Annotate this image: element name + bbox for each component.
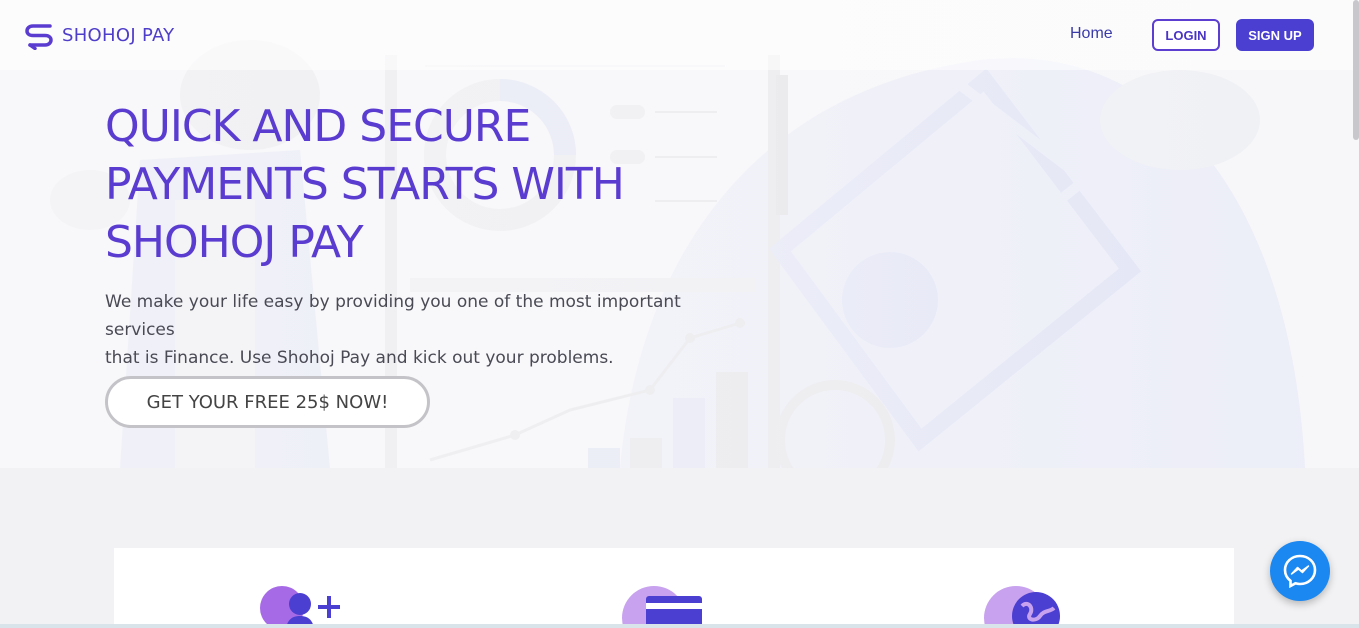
messenger-icon: [1283, 554, 1317, 588]
hero-title-line: SHOHOJ PAY: [105, 217, 364, 268]
get-free-bonus-button[interactable]: GET YOUR FREE 25$ NOW!: [105, 376, 430, 428]
hero-subtitle-line: that is Finance. Use Shohoj Pay and kick…: [105, 348, 614, 368]
messenger-chat-button[interactable]: [1270, 541, 1330, 601]
credit-card-icon: [622, 586, 702, 628]
login-button[interactable]: LOGIN: [1152, 19, 1220, 51]
brand[interactable]: SHOHOJ PAY: [24, 20, 174, 50]
hero-subtitle-line: We make your life easy by providing you …: [105, 292, 681, 340]
nav-home-link[interactable]: Home: [1070, 25, 1113, 43]
s-logo-icon: [25, 24, 53, 50]
hero-title-line: QUICK AND SECURE: [105, 101, 531, 152]
features-card: [114, 548, 1234, 628]
bottom-border: [0, 624, 1359, 628]
page-scrollbar[interactable]: [1353, 0, 1359, 140]
brand-name: SHOHOJ PAY: [62, 24, 175, 46]
hero-subtitle: We make your life easy by providing you …: [105, 288, 755, 372]
add-user-icon: [260, 586, 340, 628]
globe-icon: [984, 586, 1060, 628]
top-navbar: SHOHOJ PAY Home LOGIN SIGN UP: [0, 0, 1359, 70]
hero-title-line: PAYMENTS STARTS WITH: [105, 159, 625, 210]
signup-button[interactable]: SIGN UP: [1236, 19, 1314, 51]
hero-title: QUICK AND SECURE PAYMENTS STARTS WITH SH…: [105, 98, 745, 272]
